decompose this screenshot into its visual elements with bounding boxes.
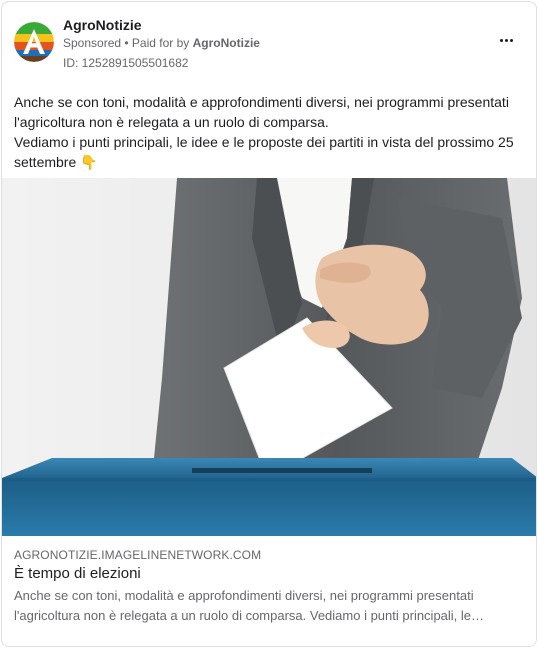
page-name[interactable]: AgroNotizie: [63, 17, 142, 33]
paid-for-prefix: Paid for by: [131, 36, 193, 50]
link-description-line: Anche se con toni, modalità e approfondi…: [14, 588, 474, 603]
post-header: AgroNotizie Sponsored • Paid for by Agro…: [2, 2, 536, 82]
link-preview[interactable]: AGRONOTIZIE.IMAGELINENETWORK.COM È tempo…: [2, 536, 536, 646]
ad-image[interactable]: [2, 178, 536, 536]
sponsored-meta: Sponsored • Paid for by AgroNotizie: [63, 36, 260, 50]
ballot-vote-illustration: [2, 178, 536, 536]
more-dot: [504, 38, 508, 42]
post-body-text: Anche se con toni, modalità e approfondi…: [14, 94, 514, 170]
page-avatar[interactable]: [14, 22, 54, 62]
paid-for-name: AgroNotizie: [192, 36, 260, 50]
more-dot: [509, 38, 513, 42]
agronotizie-logo-icon: [14, 22, 54, 62]
link-domain: AGRONOTIZIE.IMAGELINENETWORK.COM: [14, 548, 262, 562]
more-options-button[interactable]: [496, 32, 516, 48]
link-title[interactable]: È tempo di elezioni: [14, 565, 141, 582]
link-description-line: l'agricoltura non è relegata a un ruolo …: [14, 608, 485, 623]
meta-separator: •: [121, 36, 132, 50]
sponsored-label: Sponsored: [63, 36, 122, 50]
ad-card: AgroNotizie Sponsored • Paid for by Agro…: [1, 1, 537, 647]
link-description: Anche se con toni, modalità e approfondi…: [14, 586, 526, 626]
more-horizontal-icon: [499, 38, 503, 42]
ad-id: ID: 1252891505501682: [63, 56, 189, 70]
